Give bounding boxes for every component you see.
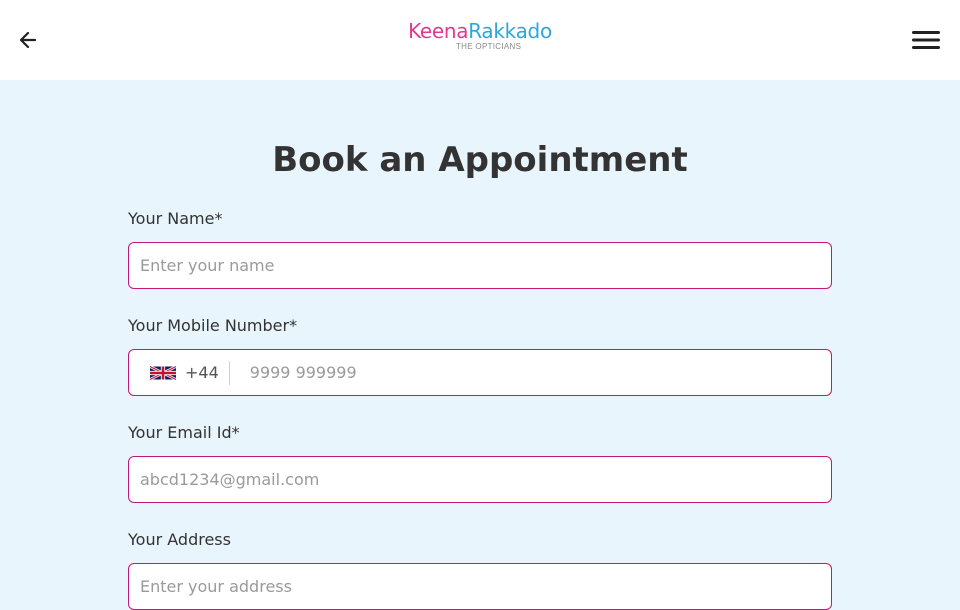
uk-flag-icon: [150, 365, 176, 380]
address-input[interactable]: [129, 564, 831, 609]
brand-logo[interactable]: KeenaRakkado THE OPTICIANS: [400, 20, 560, 60]
mobile-label: Your Mobile Number*: [128, 316, 298, 335]
email-label: Your Email Id*: [128, 423, 240, 442]
address-field-container: [128, 563, 832, 610]
back-button[interactable]: [14, 26, 42, 54]
country-code-selector[interactable]: +44: [129, 350, 230, 395]
menu-button[interactable]: [908, 26, 944, 54]
logo-tagline: THE OPTICIANS: [456, 42, 522, 51]
arrow-left-icon: [19, 31, 37, 49]
email-input[interactable]: [129, 457, 831, 502]
mobile-input[interactable]: [229, 350, 831, 395]
email-field-container: [128, 456, 832, 503]
mobile-field-container: +44: [128, 349, 832, 396]
logo-wordmark: KeenaRakkado: [408, 19, 552, 43]
country-code: +44: [185, 360, 230, 385]
name-label: Your Name*: [128, 209, 223, 228]
address-label: Your Address: [128, 530, 231, 549]
top-navigation-bar: KeenaRakkado THE OPTICIANS: [0, 0, 960, 80]
name-field-container: [128, 242, 832, 289]
name-input[interactable]: [129, 243, 831, 288]
hamburger-menu-icon: [912, 31, 940, 49]
page-title: Book an Appointment: [272, 140, 688, 180]
